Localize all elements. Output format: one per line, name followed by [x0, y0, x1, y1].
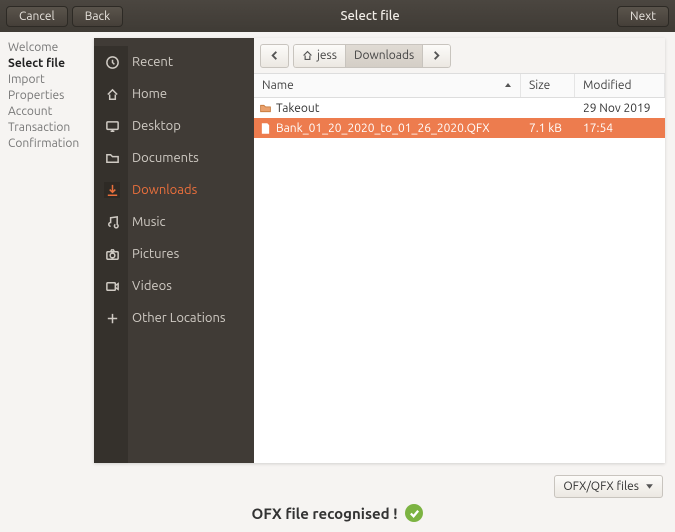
- music-icon: [104, 214, 120, 230]
- path-bar: jess Downloads: [254, 38, 665, 74]
- wizard-step: Select file: [6, 56, 88, 72]
- wizard-steps: WelcomeSelect fileImportPropertiesAccoun…: [0, 32, 94, 469]
- path-forward-button[interactable]: [422, 44, 451, 68]
- home-icon: [104, 86, 120, 102]
- file-type-filter[interactable]: OFX/QFX files: [554, 475, 663, 498]
- path-back-button[interactable]: [260, 44, 289, 68]
- file-row[interactable]: Bank_01_20_2020_to_01_26_2020.QFX7.1 kB1…: [254, 118, 665, 138]
- next-button[interactable]: Next: [617, 6, 669, 27]
- cancel-button[interactable]: Cancel: [6, 6, 68, 27]
- back-button[interactable]: Back: [72, 6, 123, 27]
- file-name: Takeout: [276, 102, 521, 115]
- wizard-step: Import: [6, 72, 88, 88]
- chevron-down-icon: [645, 482, 654, 491]
- titlebar: Cancel Back Select file Next: [0, 0, 675, 32]
- main-content: WelcomeSelect fileImportPropertiesAccoun…: [0, 32, 675, 469]
- file-size: 7.1 kB: [521, 122, 575, 135]
- place-label: Music: [132, 215, 166, 229]
- place-other-locations[interactable]: Other Locations: [94, 302, 254, 334]
- place-label: Home: [132, 87, 167, 101]
- wizard-step: Account: [6, 104, 88, 120]
- file-browser: jess Downloads Name Size Modified Takeou…: [254, 38, 665, 463]
- column-name[interactable]: Name: [254, 74, 521, 97]
- camera-icon: [104, 246, 120, 262]
- place-label: Downloads: [132, 183, 197, 197]
- place-label: Videos: [132, 279, 172, 293]
- status-message: OFX file recognised !: [0, 504, 675, 532]
- file-modified: 17:54: [575, 122, 665, 135]
- plus-icon: [104, 310, 120, 326]
- file-list: Takeout 29 Nov 2019 Bank_01_20_2020_to_01_…: [254, 98, 665, 463]
- desktop-icon: [104, 118, 120, 134]
- column-modified[interactable]: Modified: [575, 74, 665, 97]
- place-documents[interactable]: Documents: [94, 142, 254, 174]
- place-videos[interactable]: Videos: [94, 270, 254, 302]
- folder-icon: [254, 102, 276, 115]
- breadcrumb-current[interactable]: Downloads: [345, 44, 422, 68]
- place-music[interactable]: Music: [94, 206, 254, 238]
- place-label: Desktop: [132, 119, 181, 133]
- check-icon: [405, 504, 423, 522]
- place-label: Other Locations: [132, 311, 226, 325]
- wizard-step: Transaction: [6, 120, 88, 136]
- place-label: Documents: [132, 151, 199, 165]
- places-sidebar: Recent Home Desktop Documents Downloads Music…: [94, 38, 254, 463]
- file-modified: 29 Nov 2019: [575, 102, 665, 115]
- clock-icon: [104, 54, 120, 70]
- place-label: Recent: [132, 55, 173, 69]
- place-desktop[interactable]: Desktop: [94, 110, 254, 142]
- file-chooser: Recent Home Desktop Documents Downloads Music…: [94, 38, 665, 463]
- place-label: Pictures: [132, 247, 179, 261]
- breadcrumb-home[interactable]: jess: [293, 44, 345, 68]
- wizard-step: Properties: [6, 88, 88, 104]
- file-icon: [254, 122, 276, 135]
- place-home[interactable]: Home: [94, 78, 254, 110]
- place-recent[interactable]: Recent: [94, 46, 254, 78]
- file-row[interactable]: Takeout 29 Nov 2019: [254, 98, 665, 118]
- sort-indicator-icon: [504, 79, 512, 92]
- footer: OFX/QFX files: [0, 469, 675, 504]
- column-headers: Name Size Modified: [254, 74, 665, 98]
- column-size[interactable]: Size: [521, 74, 575, 97]
- wizard-step: Welcome: [6, 40, 88, 56]
- window-title: Select file: [127, 9, 613, 23]
- video-icon: [104, 278, 120, 294]
- file-name: Bank_01_20_2020_to_01_26_2020.QFX: [276, 122, 521, 135]
- download-icon: [104, 182, 120, 198]
- wizard-step: Confirmation: [6, 136, 88, 152]
- folder-icon: [104, 150, 120, 166]
- place-downloads[interactable]: Downloads: [94, 174, 254, 206]
- place-pictures[interactable]: Pictures: [94, 238, 254, 270]
